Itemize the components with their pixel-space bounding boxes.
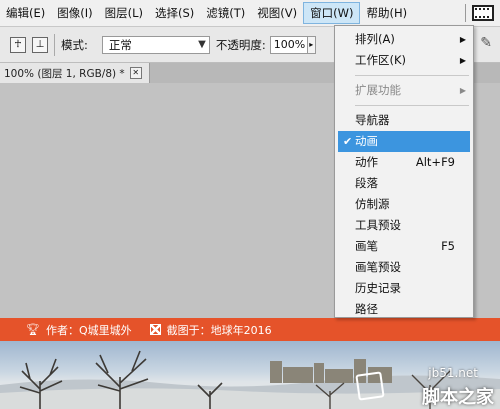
window-menu-item[interactable]: 历史记录 — [335, 278, 473, 299]
menu-separator — [355, 75, 469, 76]
menubar-right-tools — [465, 4, 494, 22]
window-menu-item-label: 动画 — [355, 134, 378, 148]
window-menu-item-label: 路径 — [355, 302, 378, 316]
window-menu-item-label: 历史记录 — [355, 281, 401, 295]
opacity-input[interactable]: 100% — [269, 35, 308, 54]
mode-label: 模式: — [61, 37, 88, 52]
window-menu-item-label: 工作区(K) — [355, 53, 407, 67]
window-menu-item-label: 导航器 — [355, 113, 390, 127]
opacity-label: 不透明度: — [215, 37, 266, 52]
window-menu-item: 扩展功能 ▶ — [335, 80, 473, 101]
window-menu-item[interactable]: 画笔预设 — [335, 257, 473, 278]
submenu-arrow-icon: ▶ — [459, 86, 466, 95]
menubar-separator — [465, 4, 466, 22]
credit-text: 截图于：地球年2016 — [166, 323, 272, 337]
window-menu-item-label: 扩展功能 — [355, 83, 401, 97]
menu-filter[interactable]: 滤镜(T) — [200, 2, 251, 24]
window-menu-item[interactable]: 排列(A) ▶ — [335, 29, 473, 50]
pattern-stamp-icon[interactable]: ⊥ — [32, 36, 48, 53]
watermark-name: 脚本之家 — [422, 387, 494, 408]
window-menu-item-label: 工具预设 — [355, 218, 401, 232]
document-tab[interactable]: 100% (图层 1, RGB/8) * ✕ — [0, 63, 150, 83]
airbrush-icon[interactable]: ✎ — [480, 35, 492, 51]
mode-select[interactable]: 正常 ▼ — [101, 35, 210, 54]
mode-select-value: 正常 — [108, 37, 132, 52]
close-icon[interactable]: ✕ — [129, 67, 142, 79]
screenshot-icon — [149, 324, 161, 335]
watermark-badge — [355, 371, 385, 401]
opacity-slider-toggle[interactable]: ▸ — [307, 35, 316, 54]
window-menu-item[interactable]: 工具预设 — [335, 215, 473, 236]
trophy-icon: 🏆︎ — [26, 323, 40, 336]
sample-aligned-icon[interactable]: ☥ — [10, 36, 26, 53]
opacity-value: 100% — [273, 38, 306, 51]
window-menu-item[interactable]: 导航器 — [335, 110, 473, 131]
options-divider — [54, 33, 55, 56]
menu-image[interactable]: 图像(I) — [51, 2, 98, 24]
submenu-arrow-icon: ▶ — [459, 56, 466, 65]
chevron-down-icon: ▼ — [198, 39, 206, 50]
shortcut-text: F5 — [441, 239, 455, 253]
menu-edit[interactable]: 编辑(E) — [0, 2, 51, 24]
window-menu-item[interactable]: 动作 Alt+F9 — [335, 152, 473, 173]
document-tab-title: 100% (图层 1, RGB/8) * — [4, 67, 125, 80]
menu-select[interactable]: 选择(S) — [149, 2, 200, 24]
window-menu-item-label: 排列(A) — [355, 32, 395, 46]
watermark-site: jb51.net — [428, 366, 478, 380]
author-text: 作者：Q城里城外 — [45, 323, 132, 337]
window-menu-item-label: 段落 — [355, 176, 378, 190]
submenu-arrow-icon: ▶ — [459, 35, 466, 44]
window-menu-dropdown: 排列(A) ▶ 工作区(K) ▶ 扩展功能 ▶ 导航器 ✔ 动画 动作 Alt+F9 段落 仿制源 工具预… — [334, 25, 474, 318]
checkmark-icon: ✔ — [343, 135, 353, 148]
shortcut-text: Alt+F9 — [415, 155, 455, 169]
window-menu-item-label: 动作 — [355, 155, 378, 169]
menu-help[interactable]: 帮助(H) — [360, 2, 413, 24]
window-menu-item[interactable]: 段落 — [335, 173, 473, 194]
window-menu-item[interactable]: 仿制源 — [335, 194, 473, 215]
menu-bar: 编辑(E) 图像(I) 图层(L) 选择(S) 滤镜(T) 视图(V) 窗口(W) 帮助(H) — [0, 0, 500, 27]
menu-separator — [355, 105, 469, 106]
window-menu-item[interactable]: ✔ 动画 — [338, 131, 470, 152]
menu-window[interactable]: 窗口(W) — [303, 2, 361, 24]
menu-view[interactable]: 视图(V) — [251, 2, 303, 24]
author-banner: 🏆︎ 作者：Q城里城外 截图于：地球年2016 — [0, 318, 500, 341]
film-strip-icon[interactable] — [472, 5, 494, 21]
menu-layer[interactable]: 图层(L) — [99, 2, 149, 24]
window-menu-item-label: 仿制源 — [355, 197, 390, 211]
window-menu-item[interactable]: 工作区(K) ▶ — [335, 50, 473, 71]
window-menu-item-label: 画笔预设 — [355, 260, 401, 274]
window-menu-item[interactable]: 画笔 F5 — [335, 236, 473, 257]
window-menu-item-label: 画笔 — [355, 239, 378, 253]
window-menu-item[interactable]: 路径 — [335, 299, 473, 320]
